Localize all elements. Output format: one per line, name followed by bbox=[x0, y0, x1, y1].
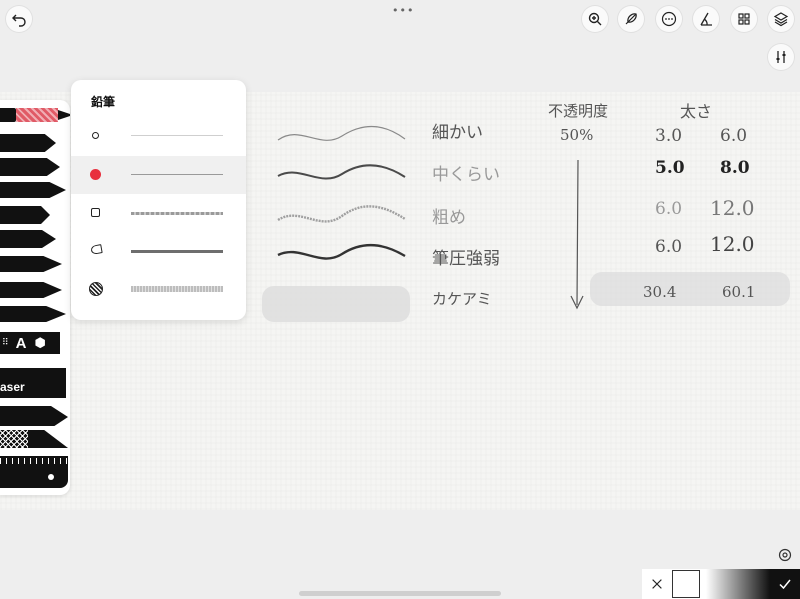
hatching-tool[interactable] bbox=[0, 430, 68, 448]
check-icon bbox=[779, 579, 791, 590]
teardrop-icon bbox=[90, 244, 103, 255]
pencil-tool-tip bbox=[58, 110, 70, 120]
zoom-icon bbox=[588, 12, 602, 26]
undo-icon bbox=[12, 14, 26, 27]
cancel-button[interactable] bbox=[648, 574, 666, 594]
undo-button[interactable] bbox=[6, 6, 32, 32]
filled-circle-icon bbox=[90, 169, 101, 180]
ruler-tool[interactable] bbox=[0, 456, 68, 488]
size-b-row-4: 12.0 bbox=[710, 232, 755, 256]
text-tool[interactable]: ⠿ A ⬢ bbox=[0, 332, 60, 354]
size-a-row-5: 30.4 bbox=[643, 283, 677, 301]
layers-button[interactable] bbox=[768, 6, 794, 32]
color-gradient-slider[interactable] bbox=[706, 569, 770, 599]
ruler-button[interactable] bbox=[693, 6, 719, 32]
label-row-5: カケアミ bbox=[432, 290, 492, 308]
size-b-row-3: 12.0 bbox=[710, 196, 755, 220]
confirm-button[interactable] bbox=[770, 569, 800, 599]
rounded-square-icon bbox=[91, 208, 100, 217]
smudge-tool[interactable] bbox=[0, 406, 68, 426]
size-a-row-3: 6.0 bbox=[655, 199, 683, 219]
pen-row-thin[interactable] bbox=[71, 117, 246, 155]
pen-tool[interactable] bbox=[0, 182, 66, 198]
stroke-preview bbox=[131, 174, 223, 175]
multitask-dots[interactable]: ••• bbox=[392, 4, 414, 17]
panel-title: 鉛筆 bbox=[91, 95, 116, 109]
pencil-tool[interactable] bbox=[0, 108, 16, 122]
grid-button[interactable] bbox=[731, 6, 757, 32]
size-a-row-2: 5.0 bbox=[655, 158, 685, 178]
pencil-variants-panel: 鉛筆 bbox=[71, 80, 246, 320]
layers-icon bbox=[773, 12, 789, 27]
round-brush-tool[interactable] bbox=[0, 206, 50, 224]
dot-grid-icon: ⠿ bbox=[2, 338, 10, 348]
label-row-2: 中くらい bbox=[432, 165, 500, 185]
label-row-1: 細かい bbox=[432, 123, 483, 143]
label-row-3: 粗め bbox=[432, 208, 466, 228]
pen-row-pressure[interactable] bbox=[71, 232, 246, 270]
pencil-tool-grip bbox=[16, 108, 58, 122]
adjust-button[interactable] bbox=[768, 44, 794, 70]
grid-icon bbox=[738, 13, 750, 25]
eraser-label: aser bbox=[0, 380, 25, 394]
flat-brush-tool[interactable] bbox=[0, 230, 56, 248]
stroke-preview bbox=[131, 135, 223, 136]
text-tool-label: A bbox=[15, 334, 27, 352]
marker-tool[interactable] bbox=[0, 134, 56, 152]
pen-row-rough[interactable] bbox=[71, 194, 246, 232]
ruler-icon bbox=[700, 12, 712, 26]
size-b-row-1: 6.0 bbox=[720, 126, 748, 146]
label-row-4: 筆圧強弱 bbox=[432, 249, 500, 269]
hatched-circle-icon bbox=[89, 282, 103, 296]
nib-pen-tool[interactable] bbox=[0, 306, 66, 322]
brush-icon bbox=[625, 13, 637, 25]
adjust-icon bbox=[776, 51, 786, 63]
opacity-header: 不透明度 bbox=[548, 102, 609, 120]
pen-row-hatch[interactable] bbox=[71, 270, 246, 308]
ink-brush-tool[interactable] bbox=[0, 282, 62, 298]
home-indicator bbox=[299, 591, 501, 596]
size-b-row-5: 60.1 bbox=[722, 283, 756, 301]
close-icon bbox=[652, 579, 662, 589]
opacity-value: 50% bbox=[560, 126, 594, 144]
pen-row-medium[interactable] bbox=[71, 156, 246, 194]
ruler-dot bbox=[48, 474, 54, 480]
hexagon-icon: ⬢ bbox=[34, 335, 46, 351]
more-button[interactable] bbox=[656, 6, 682, 32]
size-a-row-1: 3.0 bbox=[655, 126, 683, 146]
ruler-ticks bbox=[0, 458, 68, 464]
stroke-preview bbox=[131, 250, 223, 253]
size-header: 太さ bbox=[680, 102, 713, 121]
zoom-button[interactable] bbox=[582, 6, 608, 32]
size-b-row-2: 8.0 bbox=[720, 158, 750, 178]
stroke-preview bbox=[131, 286, 223, 292]
brush-button[interactable] bbox=[618, 6, 644, 32]
color-bar bbox=[642, 569, 800, 599]
fineliner-tool[interactable] bbox=[0, 158, 60, 176]
pen-type-strip: ⠿ A ⬢ aser bbox=[0, 100, 70, 495]
stroke-preview bbox=[131, 212, 223, 215]
size-a-row-4: 6.0 bbox=[655, 237, 683, 257]
eraser-tool[interactable]: aser bbox=[0, 368, 66, 398]
gear-icon bbox=[778, 548, 792, 562]
current-color-swatch[interactable] bbox=[672, 570, 700, 598]
settings-button[interactable] bbox=[774, 544, 796, 566]
soft-brush-tool[interactable] bbox=[0, 256, 62, 272]
small-circle-icon bbox=[92, 132, 99, 139]
more-icon bbox=[661, 11, 677, 27]
